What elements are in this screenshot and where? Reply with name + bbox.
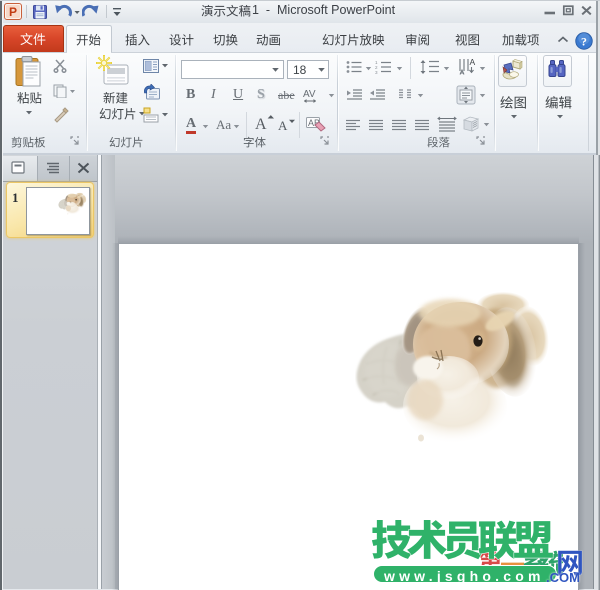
svg-text:AV: AV (303, 89, 316, 100)
svg-text:A: A (470, 57, 476, 67)
svg-text:P: P (9, 5, 17, 19)
svg-text:?: ? (581, 34, 587, 48)
svg-text:A: A (255, 116, 267, 133)
svg-text:A: A (278, 118, 288, 133)
svg-text:3: 3 (375, 70, 378, 74)
